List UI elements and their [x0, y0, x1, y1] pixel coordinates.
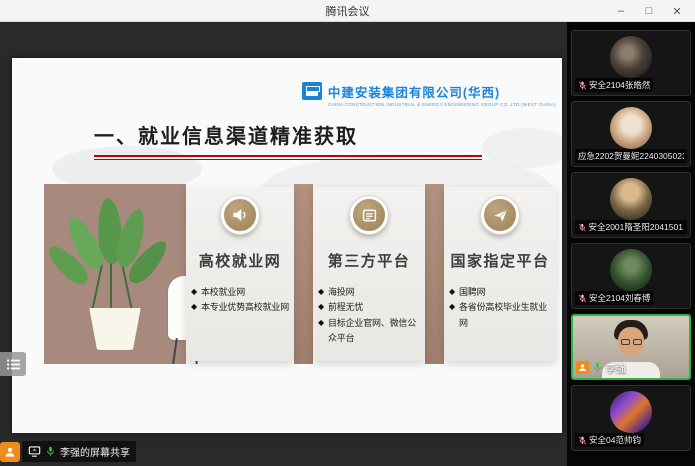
host-badge-icon — [576, 361, 589, 374]
mic-muted-icon — [578, 81, 587, 90]
newspaper-icon — [350, 196, 388, 234]
participant-name: 安全2104刘春博 — [589, 292, 650, 304]
participant-name: 安全2001隋圣阳2041501... — [588, 221, 684, 233]
presenter-badge-icon — [0, 442, 20, 462]
bullet-item: 前程无忧 — [318, 300, 420, 315]
slide-title: 一、就业信息渠道精准获取 — [94, 120, 358, 149]
worldmap-decoration — [482, 128, 562, 168]
minimize-button[interactable]: – — [607, 0, 635, 22]
participant-name: 安全04范帅钧 — [589, 434, 641, 446]
mic-muted-icon — [578, 223, 586, 232]
card-bullets: 国聘网 各省份高校毕业生就业网 — [444, 285, 556, 331]
company-tagline: CHINA CONSTRUCTION INDUSTRIAL & ENERGY E… — [328, 102, 556, 107]
bullet-item: 本专业优势高校就业网 — [191, 300, 289, 315]
participant-tile-active-speaker[interactable]: 李强 — [571, 314, 691, 380]
mic-on-icon — [45, 446, 56, 457]
presenter-label: 李强的屏幕共享 — [60, 444, 130, 459]
divider-stripe — [294, 184, 313, 364]
close-button[interactable]: ✕ — [663, 0, 691, 22]
participants-sidebar: 安全2104张皓然 应急2202贺曼妮22403050230 安全2001隋圣阳… — [567, 22, 695, 466]
bullet-item: 各省份高校毕业生就业网 — [449, 300, 551, 331]
speaker-icon — [221, 196, 259, 234]
maximize-button[interactable]: □ — [635, 0, 663, 22]
avatar — [610, 178, 652, 220]
window-title: 腾讯会议 — [326, 3, 370, 19]
participant-tile[interactable]: 应急2202贺曼妮22403050230 — [571, 101, 691, 167]
card-title: 高校就业网 — [199, 250, 282, 271]
mic-muted-icon — [578, 294, 587, 303]
bullet-item: 目标企业官网、微信公众平台 — [318, 316, 420, 347]
channel-card-thirdparty: 第三方平台 海投网 前程无忧 目标企业官网、微信公众平台 — [313, 187, 425, 361]
channel-card-university: 高校就业网 本校就业网 本专业优势高校就业网 — [186, 187, 294, 361]
company-logo-icon — [302, 82, 322, 100]
plant-pot — [87, 308, 143, 350]
shared-slide: 中建安装集团有限公司(华西) CHINA CONSTRUCTION INDUST… — [12, 58, 562, 433]
participant-name: 应急2202贺曼妮22403050230 — [578, 150, 684, 162]
plant-illustration — [44, 184, 186, 364]
bullet-item: 国聘网 — [449, 285, 551, 300]
side-panel-toggle[interactable] — [0, 352, 26, 376]
participant-tile[interactable]: 安全04范帅钧 — [571, 385, 691, 451]
participant-tile[interactable]: 安全2104刘春博 — [571, 243, 691, 309]
divider-stripe — [425, 184, 444, 364]
card-title: 第三方平台 — [328, 250, 411, 271]
company-name: 中建安装集团有限公司(华西) — [328, 82, 556, 101]
mic-muted-icon — [578, 436, 587, 445]
participant-tile[interactable]: 安全2001隋圣阳2041501... — [571, 172, 691, 238]
presenter-status-chip[interactable]: 李强的屏幕共享 — [0, 441, 136, 462]
tencent-meeting-window: 腾讯会议 – □ ✕ 中建安装集团有限公司(华西) CHINA CONSTRUC… — [0, 0, 695, 466]
paper-plane-icon — [481, 196, 519, 234]
participant-tile[interactable]: 安全2104张皓然 — [571, 30, 691, 96]
window-controls: – □ ✕ — [607, 0, 691, 22]
avatar — [610, 36, 652, 78]
card-bullets: 本校就业网 本专业优势高校就业网 — [186, 285, 294, 316]
participant-name: 安全2104张皓然 — [589, 79, 650, 91]
bullet-item: 海投网 — [318, 285, 420, 300]
mic-on-icon — [592, 362, 603, 373]
avatar — [610, 391, 652, 433]
participant-name: 李强 — [606, 360, 626, 375]
company-logo: 中建安装集团有限公司(华西) CHINA CONSTRUCTION INDUST… — [302, 82, 556, 107]
bullet-item: 本校就业网 — [191, 285, 289, 300]
avatar — [610, 249, 652, 291]
screen-share-icon — [28, 445, 41, 458]
list-icon — [6, 358, 21, 371]
avatar — [610, 107, 652, 149]
meeting-main: 中建安装集团有限公司(华西) CHINA CONSTRUCTION INDUST… — [0, 22, 695, 466]
title-bar: 腾讯会议 – □ ✕ — [0, 0, 695, 22]
channel-card-national: 国家指定平台 国聘网 各省份高校毕业生就业网 — [444, 187, 556, 361]
card-title: 国家指定平台 — [450, 250, 549, 271]
screen-share-area: 中建安装集团有限公司(华西) CHINA CONSTRUCTION INDUST… — [0, 22, 567, 466]
title-underline — [94, 155, 482, 160]
card-bullets: 海投网 前程无忧 目标企业官网、微信公众平台 — [313, 285, 425, 346]
